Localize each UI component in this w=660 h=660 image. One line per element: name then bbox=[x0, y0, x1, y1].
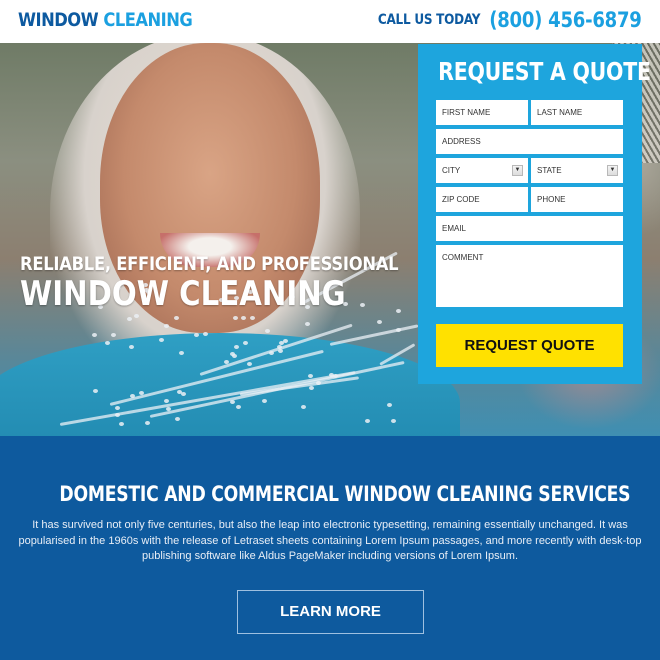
splash-drop bbox=[390, 418, 396, 423]
splash-drop bbox=[202, 332, 208, 336]
splash-drop bbox=[240, 316, 246, 321]
state-select[interactable]: STATE ▼ bbox=[531, 158, 623, 183]
splash-drop bbox=[144, 420, 150, 425]
comment-textarea[interactable]: COMMENT bbox=[436, 245, 623, 307]
chevron-down-icon[interactable]: ▼ bbox=[512, 165, 523, 176]
address-input[interactable]: ADDRESS bbox=[436, 129, 623, 154]
splash-drop bbox=[176, 390, 182, 395]
splash-drop bbox=[232, 315, 238, 320]
splash-drop bbox=[193, 333, 199, 338]
splash-drop bbox=[364, 418, 370, 423]
hero-tagline-subtitle: RELIABLE, EFFICIENT, AND PROFESSIONAL bbox=[20, 253, 399, 275]
call-us-label: CALL US TODAY bbox=[378, 12, 481, 28]
logo-word-window: WINDOW bbox=[18, 9, 99, 31]
splash-drop bbox=[128, 345, 134, 350]
city-select-value: CITY bbox=[442, 166, 461, 175]
logo[interactable]: WINDOW CLEANING bbox=[18, 9, 193, 31]
last-name-input[interactable]: LAST NAME bbox=[531, 100, 623, 125]
splash-drop bbox=[110, 332, 116, 337]
splash-drop bbox=[163, 399, 169, 404]
chevron-down-icon[interactable]: ▼ bbox=[607, 165, 618, 176]
phone-number-link[interactable]: (800) 456-6879 bbox=[490, 8, 643, 32]
splash-drop bbox=[133, 314, 139, 319]
quote-form: REQUEST A QUOTE FIRST NAME LAST NAME ADD… bbox=[418, 44, 651, 384]
learn-more-button[interactable]: LEARN MORE bbox=[237, 590, 424, 634]
splash-drop bbox=[118, 421, 124, 426]
first-name-input[interactable]: FIRST NAME bbox=[436, 100, 528, 125]
services-heading: DOMESTIC AND COMMERCIAL WINDOW CLEANING … bbox=[59, 482, 631, 506]
hero-tagline: RELIABLE, EFFICIENT, AND PROFESSIONAL WI… bbox=[20, 253, 460, 313]
splash-drop bbox=[249, 315, 255, 320]
hero-tagline-title: WINDOW CLEANING bbox=[20, 274, 346, 314]
splash-drop bbox=[329, 372, 335, 377]
splash-drop bbox=[158, 338, 164, 343]
services-section: DOMESTIC AND COMMERCIAL WINDOW CLEANING … bbox=[0, 436, 660, 660]
splash-drop bbox=[307, 373, 313, 378]
quote-form-title: REQUEST A QUOTE bbox=[438, 57, 651, 86]
logo-word-cleaning: CLEANING bbox=[103, 9, 193, 31]
splash-drop bbox=[234, 344, 240, 349]
email-input[interactable]: EMAIL bbox=[436, 216, 623, 241]
splash-drop bbox=[316, 380, 322, 385]
services-description: It has survived not only five centuries,… bbox=[18, 519, 642, 562]
request-quote-button[interactable]: REQUEST QUOTE bbox=[436, 324, 623, 367]
splash-drop bbox=[242, 341, 248, 346]
call-us-block: CALL US TODAY (800) 456-6879 bbox=[378, 8, 642, 32]
splash-drop bbox=[301, 404, 307, 409]
state-select-value: STATE bbox=[537, 166, 562, 175]
splash-drop bbox=[105, 340, 111, 345]
city-select[interactable]: CITY ▼ bbox=[436, 158, 528, 183]
splash-drop bbox=[277, 348, 283, 353]
phone-input[interactable]: PHONE bbox=[531, 187, 623, 212]
splash-drop bbox=[246, 361, 252, 366]
zip-code-input[interactable]: ZIP CODE bbox=[436, 187, 528, 212]
site-header: WINDOW CLEANING CALL US TODAY (800) 456-… bbox=[0, 0, 660, 43]
splash-drop bbox=[376, 320, 382, 325]
splash-drop bbox=[92, 388, 98, 393]
